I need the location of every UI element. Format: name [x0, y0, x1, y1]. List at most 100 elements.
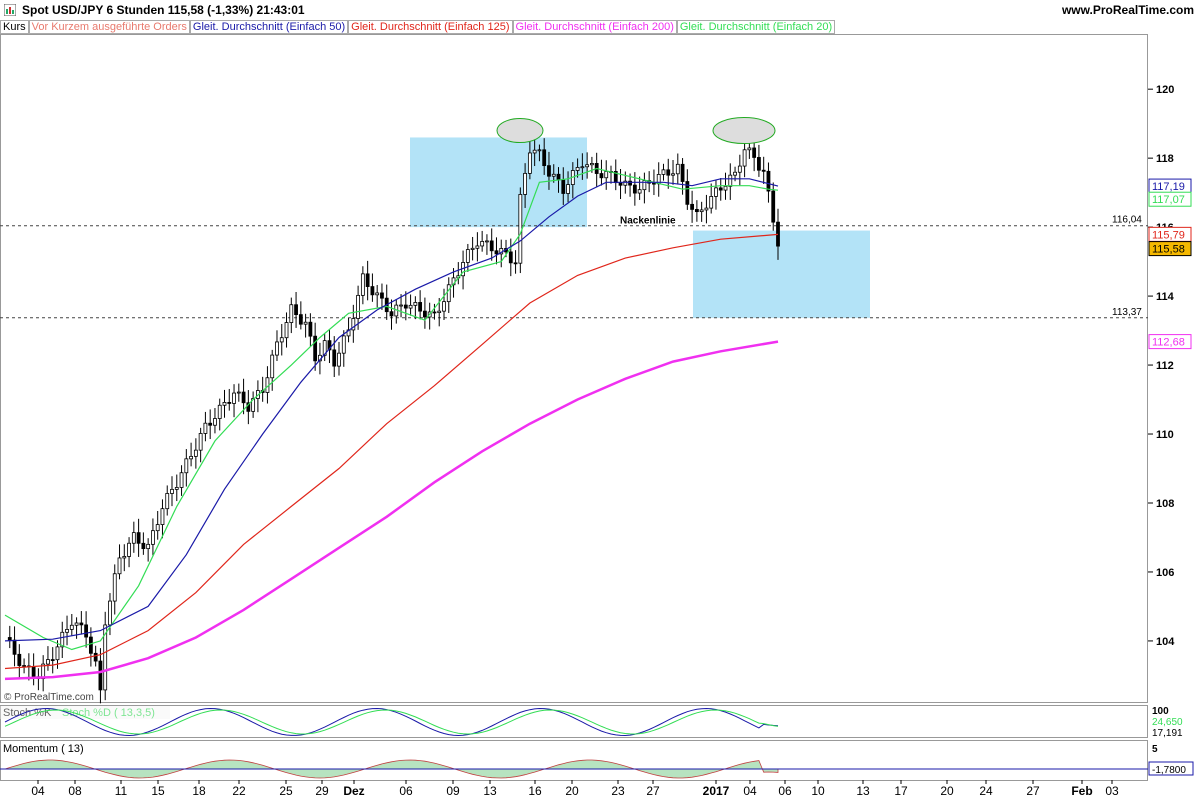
candle-body	[136, 532, 141, 544]
candle-body	[12, 639, 17, 655]
candle-body	[413, 302, 418, 306]
candle-body	[423, 310, 427, 318]
price-tag-label-1: 117,07	[1152, 194, 1185, 206]
candle-body	[485, 240, 489, 243]
x-tick-label-25: Feb	[1071, 784, 1092, 798]
candle-body	[341, 335, 346, 354]
candle-body	[480, 241, 485, 247]
candle-body	[270, 354, 275, 379]
candle-body	[179, 472, 184, 488]
candle-body	[117, 557, 122, 575]
neckline-label: Nackenlinie	[620, 216, 676, 227]
candle-body	[127, 542, 131, 557]
x-tick-label-10: 09	[446, 784, 460, 798]
candle-body	[375, 292, 380, 296]
stoch-d-value: 24,650	[1152, 717, 1183, 728]
x-tick-label-14: 23	[611, 784, 625, 798]
candle-body	[213, 418, 217, 426]
candle-body	[709, 196, 714, 209]
x-tick-label-17: 04	[743, 784, 757, 798]
candle-body	[222, 402, 227, 406]
candle-body	[675, 163, 680, 175]
candle-body	[155, 524, 160, 532]
y-tick-label-5: 110	[1156, 429, 1174, 441]
candle-body	[494, 250, 499, 255]
candle-body	[313, 335, 318, 362]
candle-body	[771, 190, 776, 223]
candle-body	[585, 164, 590, 168]
candle-body	[174, 487, 179, 490]
candle-body	[733, 171, 737, 176]
price-panel-frame	[0, 34, 1148, 703]
x-tick-label-23: 24	[979, 784, 993, 798]
candle-body	[575, 167, 580, 171]
candle-body	[632, 184, 637, 194]
candle-body	[84, 624, 89, 638]
candle-body	[437, 310, 442, 314]
candle-body	[69, 624, 74, 630]
candle-body	[22, 665, 26, 667]
candle-body	[737, 165, 742, 173]
candle-body	[442, 301, 446, 312]
x-tick-label-2: 11	[115, 784, 128, 798]
candle-body	[232, 392, 236, 404]
candle-body	[757, 157, 761, 171]
x-tick-label-24: 27	[1026, 784, 1040, 798]
x-tick-label-0: 04	[31, 784, 45, 798]
candle-body	[690, 203, 695, 210]
candle-body	[303, 321, 308, 325]
candle-body	[170, 488, 174, 494]
candle-body	[470, 247, 475, 250]
candle-body	[527, 152, 532, 174]
x-tick-label-5: 22	[232, 784, 246, 798]
candle-body	[108, 600, 112, 626]
candle-body	[728, 174, 733, 187]
ma-line-3	[4, 340, 779, 681]
candle-body	[389, 311, 394, 317]
x-tick-label-19: 10	[811, 784, 825, 798]
candle-body	[294, 304, 298, 316]
candle-body	[151, 530, 155, 545]
candle-body	[360, 273, 365, 296]
y-tick-label-4: 112	[1156, 360, 1174, 372]
momentum-panel-frame	[0, 740, 1148, 781]
y-tick-label-8: 104	[1156, 636, 1175, 648]
candle-body	[714, 187, 718, 197]
candle-body	[160, 508, 165, 525]
chart-canvas[interactable]: 116,04113,37120118116114112110108106104N…	[0, 0, 1200, 800]
candle-body	[337, 352, 341, 367]
y-tick-label-7: 106	[1156, 567, 1174, 579]
candle-body	[699, 209, 704, 213]
candle-body	[65, 629, 69, 633]
candle-body	[518, 194, 523, 264]
candle-body	[31, 666, 36, 678]
candle-body	[432, 311, 437, 314]
candle-body	[637, 189, 642, 194]
candle-body	[551, 173, 556, 177]
x-tick-label-26: 03	[1105, 784, 1119, 798]
x-tick-label-22: 20	[940, 784, 954, 798]
candle-body	[766, 170, 771, 192]
momentum-tick-5: 5	[1152, 744, 1158, 755]
candle-body	[112, 573, 117, 602]
x-tick-label-13: 20	[565, 784, 579, 798]
price-tag-label-0: 117,19	[1152, 181, 1185, 193]
candle-body	[761, 169, 766, 172]
candle-body	[590, 163, 594, 166]
candle-body	[98, 660, 103, 691]
candle-body	[131, 532, 136, 544]
candle-body	[7, 637, 12, 641]
candle-body	[747, 147, 752, 151]
candle-body	[742, 149, 747, 167]
candle-body	[79, 622, 84, 626]
candle-body	[284, 322, 289, 339]
candle-body	[403, 304, 408, 309]
y-tick-label-1: 118	[1156, 153, 1174, 165]
candle-body	[227, 402, 232, 404]
candle-body	[680, 163, 685, 182]
candle-body	[523, 172, 528, 195]
left-shoulder-zone	[410, 137, 587, 228]
x-tick-label-4: 18	[192, 784, 206, 798]
stoch-k-value: 17,191	[1152, 728, 1183, 739]
x-tick-label-21: 17	[894, 784, 908, 798]
